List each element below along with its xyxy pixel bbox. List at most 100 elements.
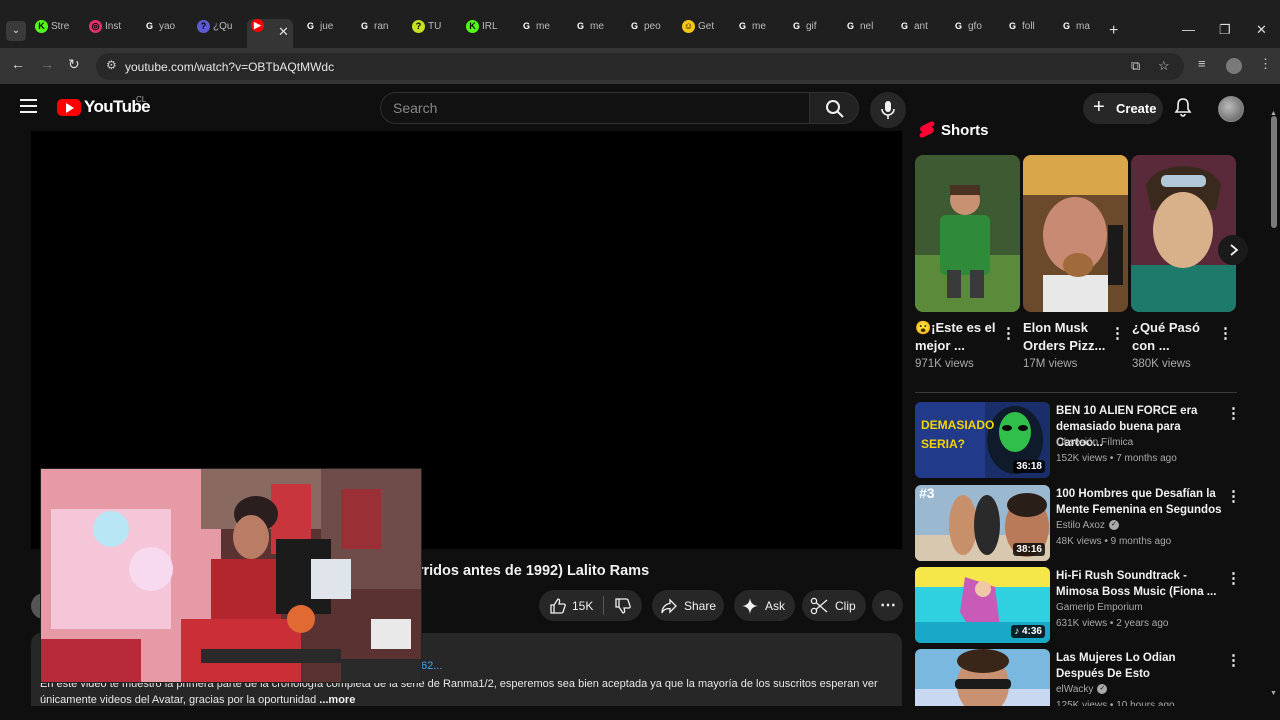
recommended-title[interactable]: Hi-Fi Rush Soundtrack - Mimosa Boss Musi… — [1056, 568, 1224, 600]
youtube-icon: ▶ — [251, 19, 264, 32]
short-thumbnail-2[interactable] — [1023, 155, 1128, 312]
back-button[interactable]: ← — [11, 56, 25, 72]
thumbs-down-icon[interactable] — [614, 597, 632, 615]
recommended-channel[interactable]: Obsesión Fílmica — [1056, 437, 1133, 448]
google-icon: G — [792, 21, 800, 31]
short-title-1[interactable]: 😮¡Este es el mejor ... — [915, 319, 1003, 355]
browser-tab[interactable]: ◎ Inst — [85, 20, 137, 44]
close-window-button[interactable]: ✕ — [1256, 22, 1267, 38]
short-thumbnail-1[interactable] — [915, 155, 1020, 312]
create-button[interactable]: + Create — [1083, 93, 1163, 124]
browser-tab[interactable]: Gjue — [300, 20, 352, 44]
video-duration: 38:16 — [1013, 543, 1045, 556]
tab-label: Inst — [105, 21, 122, 32]
short-thumbnail-3[interactable] — [1131, 155, 1236, 312]
recommended-title[interactable]: 100 Hombres que Desafían la Mente Femeni… — [1056, 486, 1224, 518]
tab-label: gif — [806, 21, 817, 32]
more-actions-button[interactable]: ⋯ — [872, 590, 903, 621]
restore-button[interactable]: ❐ — [1219, 22, 1231, 38]
browser-tab[interactable]: Gyao — [139, 20, 191, 44]
like-count[interactable]: 15K — [572, 599, 593, 613]
share-button[interactable]: Share — [652, 590, 724, 621]
browser-tab[interactable]: K IRL — [462, 20, 514, 44]
tab-label: ma — [1076, 21, 1090, 32]
browser-tab[interactable]: Gme — [732, 20, 784, 44]
profile-icon[interactable] — [1226, 58, 1242, 74]
channel-name[interactable]: Obsesión Fílmica — [1056, 437, 1133, 448]
tab-search-button[interactable]: ⌄ — [6, 21, 26, 41]
channel-name[interactable]: elWacky — [1056, 684, 1093, 695]
channel-name[interactable]: Estilo Axoz — [1056, 520, 1105, 531]
omnibox[interactable]: ⚙ youtube.com/watch?v=OBTbAQtMWdc ⧉ ☆ — [96, 53, 1184, 80]
minimize-button[interactable]: — — [1182, 22, 1195, 37]
notifications-bell-icon[interactable] — [1173, 97, 1193, 117]
browser-tab[interactable]: K Stre — [31, 20, 83, 44]
youtube-logo-icon[interactable] — [57, 99, 81, 116]
browser-tab[interactable]: Ggfo — [948, 20, 1000, 44]
short-title-2[interactable]: Elon Musk Orders Pizz... — [1023, 319, 1111, 355]
recommended-thumbnail[interactable]: ♪ 4:36 — [915, 567, 1050, 643]
scroll-down-icon[interactable]: ▼ — [1270, 690, 1277, 697]
site-info-icon[interactable]: ⚙ — [106, 58, 117, 72]
shorts-next-button[interactable] — [1218, 235, 1248, 265]
short-title-3[interactable]: ¿Qué Pasó con ... — [1132, 319, 1220, 355]
show-more-link[interactable]: ...more — [319, 694, 355, 706]
recommended-thumbnail[interactable]: #3 38:16 — [915, 485, 1050, 561]
close-tab-icon[interactable]: ✕ — [278, 24, 289, 40]
search-button[interactable] — [809, 92, 859, 124]
cast-icon[interactable]: ⧉ — [1131, 58, 1140, 74]
clip-button[interactable]: Clip — [802, 590, 866, 621]
recommended-thumbnail[interactable]: DEMASIADO SERIA? 36:18 — [915, 402, 1050, 478]
recommended-item-3[interactable]: ♪ 4:36 Hi-Fi Rush Soundtrack - Mimosa Bo… — [915, 567, 1241, 643]
recommended-channel[interactable]: Estilo Axoz ✓ — [1056, 520, 1119, 531]
description-meta[interactable]: 62... — [421, 660, 442, 672]
reload-button[interactable]: ↻ — [68, 56, 80, 73]
media-control-icon[interactable]: ≡ — [1198, 56, 1206, 71]
short-views-3: 380K views — [1132, 358, 1191, 370]
url-text[interactable]: youtube.com/watch?v=OBTbAQtMWdc — [125, 60, 334, 74]
tab-label: foll — [1022, 21, 1035, 32]
video-title-text: urridos antes de 1992) Lalito Rams — [409, 563, 650, 579]
scrollbar-thumb[interactable] — [1271, 116, 1277, 228]
more-options-icon[interactable]: ⋮ — [1226, 569, 1241, 587]
ask-button[interactable]: Ask — [734, 590, 795, 621]
page-scrollbar[interactable]: ▲ ▼ — [1268, 110, 1280, 710]
more-options-icon[interactable]: ⋮ — [1226, 404, 1241, 422]
browser-tab[interactable]: Gant — [894, 20, 946, 44]
more-options-icon[interactable]: ⋮ — [1218, 324, 1233, 342]
browser-tab[interactable]: Ggif — [786, 20, 838, 44]
browser-tab[interactable]: Gpeo — [624, 20, 676, 44]
voice-search-button[interactable] — [870, 92, 906, 128]
browser-tab[interactable]: Gme — [516, 20, 568, 44]
browser-tab[interactable]: Gma — [1056, 20, 1108, 44]
new-tab-button[interactable]: + — [1109, 22, 1118, 40]
menu-icon[interactable]: ⋮ — [1259, 56, 1272, 72]
more-options-icon[interactable]: ⋮ — [1226, 487, 1241, 505]
browser-tab[interactable]: Gran — [354, 20, 406, 44]
recommended-channel[interactable]: elWacky ✓ — [1056, 684, 1108, 695]
hamburger-menu-icon[interactable] — [20, 99, 37, 113]
browser-tab[interactable]: ? TU — [408, 20, 460, 44]
recommended-meta: 152K views • 7 months ago — [1056, 453, 1177, 464]
account-avatar[interactable] — [1218, 96, 1244, 122]
forward-button[interactable]: → — [40, 56, 54, 72]
browser-tab[interactable]: Gfoll — [1002, 20, 1054, 44]
channel-name[interactable]: Gamerip Emporium — [1056, 602, 1143, 613]
browser-tab[interactable]: ☺ Get — [678, 20, 730, 44]
more-options-icon[interactable]: ⋮ — [1110, 324, 1125, 342]
recommended-title[interactable]: Las Mujeres Lo Odian Después De Esto — [1056, 650, 1224, 682]
more-options-icon[interactable]: ⋮ — [1226, 651, 1241, 669]
video-duration: 36:18 — [1013, 460, 1045, 473]
more-options-icon[interactable]: ⋮ — [1001, 324, 1016, 342]
recommended-channel[interactable]: Gamerip Emporium — [1056, 602, 1143, 613]
create-label: Create — [1116, 101, 1157, 116]
tab-label: peo — [644, 21, 661, 32]
recommended-item-1[interactable]: DEMASIADO SERIA? 36:18 BEN 10 ALIEN FORC… — [915, 402, 1241, 478]
search-input[interactable] — [393, 100, 793, 116]
browser-tab[interactable]: ? ¿Qu — [193, 20, 245, 44]
recommended-item-2[interactable]: #3 38:16 100 Hombres que Desafían la Men… — [915, 485, 1241, 561]
bookmark-star-icon[interactable]: ☆ — [1158, 58, 1170, 74]
browser-tab[interactable]: Gnel — [840, 20, 892, 44]
browser-tab[interactable]: Gme — [570, 20, 622, 44]
thumbs-up-icon[interactable] — [549, 597, 567, 615]
